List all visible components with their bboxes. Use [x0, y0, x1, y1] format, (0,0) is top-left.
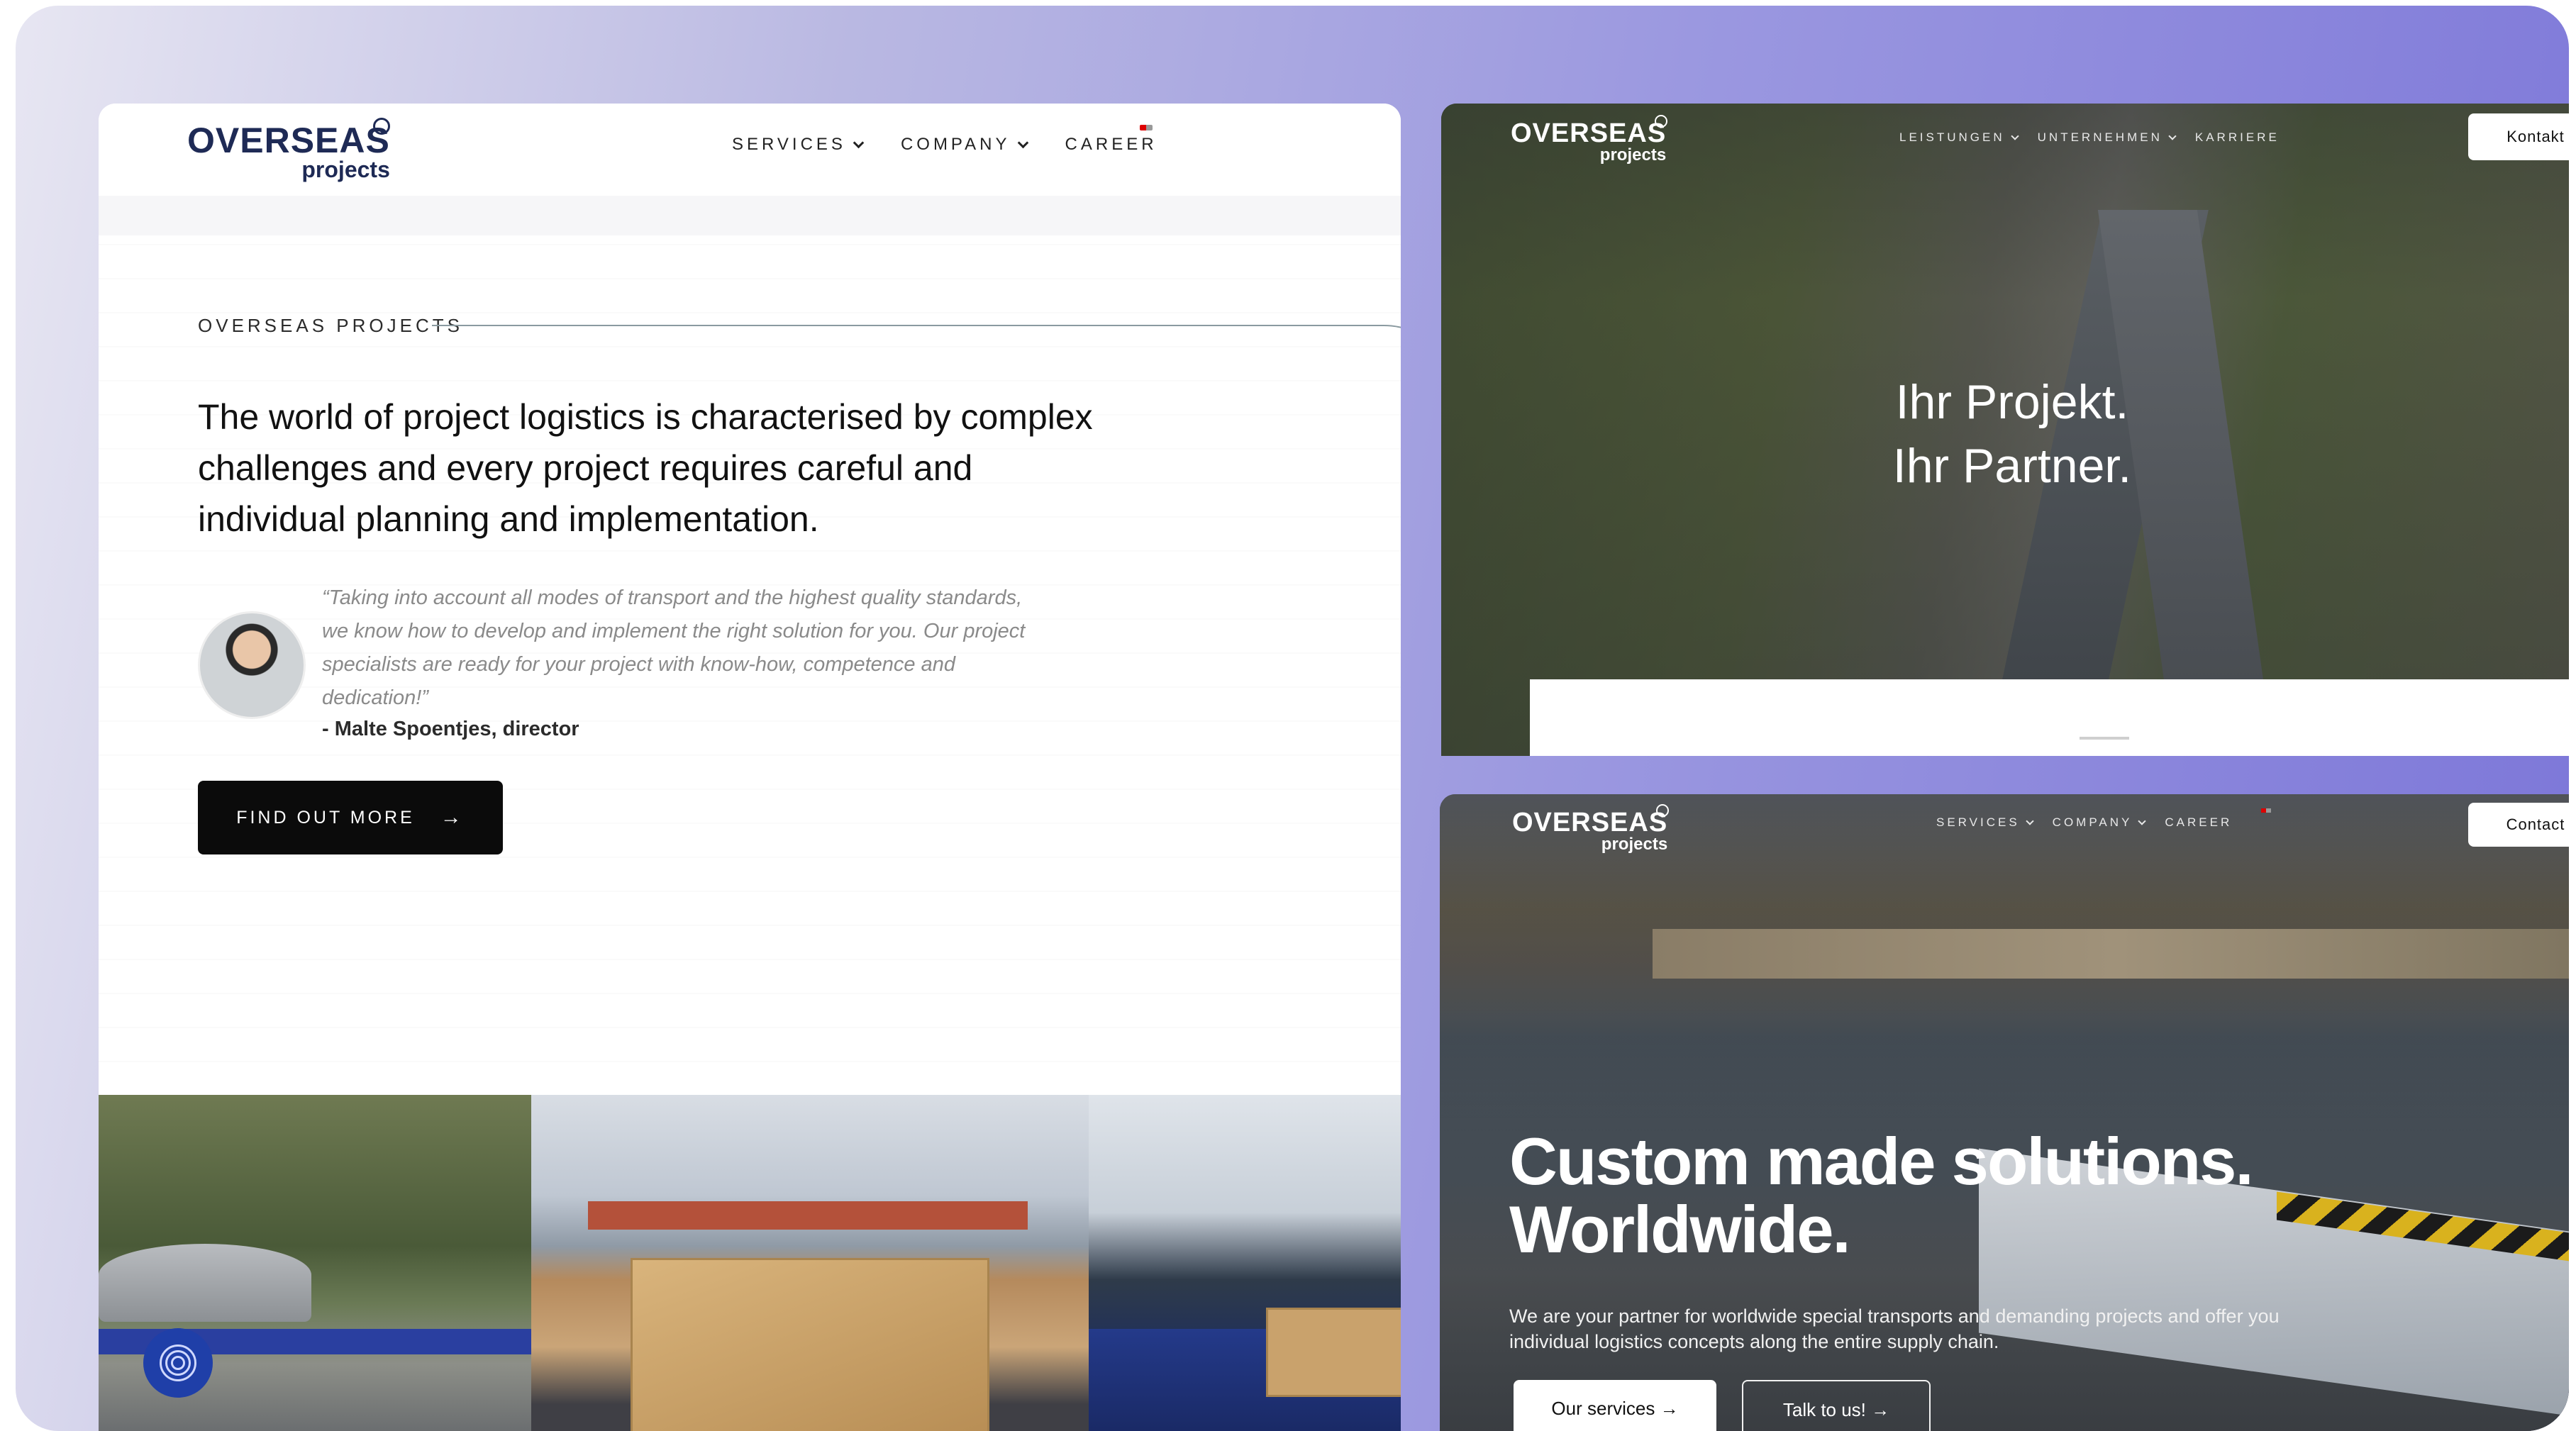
section-eyebrow: OVERSEAS PROJECTS: [198, 315, 463, 336]
arrow-right-icon: →: [440, 806, 465, 829]
harbour-quay-shape: [1653, 929, 2569, 979]
chevron-down-icon: [2010, 132, 2019, 140]
overseas-logo[interactable]: OVERSEAS projects: [187, 118, 390, 182]
our-services-button[interactable]: Our services →: [1514, 1380, 1716, 1431]
chevron-down-icon: [2026, 817, 2034, 825]
logo-subtitle: projects: [1601, 835, 1668, 854]
chevron-down-icon: [1017, 137, 1028, 148]
talk-to-us-button[interactable]: Talk to us! →: [1742, 1380, 1931, 1431]
main-nav: SERVICES COMPANY CAREER: [732, 135, 1157, 155]
nav-company-label: COMPANY: [2052, 815, 2133, 829]
website-screenshot-english-dark: OVERSEAS projects SERVICES COMPANY CAREE…: [1440, 794, 2569, 1431]
hero-line-1: Ihr Projekt.: [1895, 375, 2129, 429]
showcase-frame: OVERSEAS projects SERVICES COMPANY CAREE…: [16, 6, 2569, 1431]
kontakt-label: Kontakt: [2506, 128, 2565, 145]
main-nav: LEISTUNGEN UNTERNEHMEN KARRIERE: [1899, 130, 2280, 145]
overseas-logo[interactable]: OVERSEAS projects: [1512, 804, 1669, 854]
logo-globe-icon: [373, 118, 390, 135]
project-photo-strip: [99, 1095, 1401, 1431]
our-services-label: Our services →: [1551, 1397, 1679, 1419]
decorative-curve: [1304, 325, 1401, 482]
intro-section: OVERSEAS PROJECTS The world of project l…: [99, 196, 1401, 1095]
intro-headline: The world of project logistics is charac…: [198, 397, 1093, 539]
nav-services[interactable]: SERVICES: [732, 135, 865, 155]
website-screenshot-german: OVERSEAS projects LEISTUNGEN UNTERNEHMEN…: [1441, 104, 2569, 756]
director-avatar: [198, 611, 306, 719]
fingerprint-icon[interactable]: [143, 1328, 213, 1398]
nav-career-label: CAREER: [1065, 135, 1157, 154]
slider-indicator[interactable]: [2080, 737, 2129, 740]
hero-line-1: Custom made solutions.: [1509, 1124, 2254, 1198]
nav-career-label: CAREER: [2165, 815, 2233, 829]
nav-karriere[interactable]: KARRIERE: [2195, 130, 2280, 145]
nav-career[interactable]: CAREER: [1065, 135, 1157, 155]
language-flag-icon[interactable]: [1140, 125, 1153, 130]
overseas-logo[interactable]: OVERSEAS projects: [1511, 115, 1667, 165]
nav-services-label: SERVICES: [1936, 815, 2020, 829]
language-flag-icon[interactable]: [2261, 808, 2271, 813]
logo-wordmark: OVERSEAS: [1512, 808, 1668, 837]
hero-headline: Custom made solutions. Worldwide.: [1509, 1124, 2254, 1266]
chevron-down-icon: [2138, 817, 2147, 825]
photo-cargo-shape: [99, 1244, 311, 1322]
quote-author: - Malte Spoentjes, director: [322, 718, 579, 740]
nav-company-label: COMPANY: [900, 135, 1011, 154]
website-screenshot-english: OVERSEAS projects SERVICES COMPANY CAREE…: [99, 104, 1401, 1431]
contact-button[interactable]: Contact: [2468, 803, 2569, 847]
hero-line-2: Worldwide.: [1509, 1192, 1851, 1266]
logo-wordmark: OVERSEAS: [187, 121, 390, 160]
nav-leistungen-label: LEISTUNGEN: [1899, 130, 2005, 144]
nav-leistungen[interactable]: LEISTUNGEN: [1899, 130, 2019, 145]
photo-crate-shape: [631, 1258, 989, 1431]
hero-line-2: Ihr Partner.: [1892, 439, 2132, 493]
nav-services[interactable]: SERVICES: [1936, 815, 2034, 830]
logo-globe-icon: [1656, 804, 1669, 817]
nav-karriere-label: KARRIERE: [2194, 130, 2280, 144]
nav-services-label: SERVICES: [732, 135, 846, 154]
decorative-line: [432, 325, 1311, 326]
nav-unternehmen[interactable]: UNTERNEHMEN: [2037, 130, 2177, 145]
site-header: OVERSEAS projects SERVICES COMPANY CAREE…: [99, 104, 1401, 196]
photo-crate-shape: [1266, 1308, 1401, 1397]
contact-label: Contact: [2506, 815, 2565, 833]
talk-to-us-label: Talk to us! →: [1782, 1398, 1890, 1420]
find-out-more-button[interactable]: FIND OUT MORE →: [198, 781, 503, 854]
logo-globe-icon: [1655, 115, 1667, 128]
content-panel: [1530, 679, 2569, 756]
nav-company[interactable]: COMPANY: [900, 135, 1028, 155]
kontakt-button[interactable]: Kontakt: [2468, 113, 2569, 160]
photo-truck-port-crane: [1089, 1095, 1401, 1431]
nav-career[interactable]: CAREER: [2165, 815, 2232, 830]
hero-subtext: We are your partner for worldwide specia…: [1509, 1305, 2280, 1352]
cta-label: FIND OUT MORE: [236, 807, 415, 828]
logo-wordmark: OVERSEAS: [1511, 118, 1667, 148]
chevron-down-icon: [853, 137, 865, 148]
nav-unternehmen-label: UNTERNEHMEN: [2037, 130, 2163, 144]
photo-crate-crane-lift: [531, 1095, 1089, 1431]
logo-subtitle: projects: [301, 157, 390, 182]
chevron-down-icon: [2168, 132, 2177, 140]
logo-subtitle: projects: [1599, 145, 1667, 165]
director-quote: “Taking into account all modes of transp…: [322, 586, 1026, 709]
section-divider: [99, 196, 1401, 235]
photo-spreader-bar-shape: [588, 1201, 1028, 1230]
fingerprint-ring: [171, 1356, 185, 1370]
main-nav: SERVICES COMPANY CAREER: [1936, 815, 2232, 830]
nav-company[interactable]: COMPANY: [2052, 815, 2147, 830]
